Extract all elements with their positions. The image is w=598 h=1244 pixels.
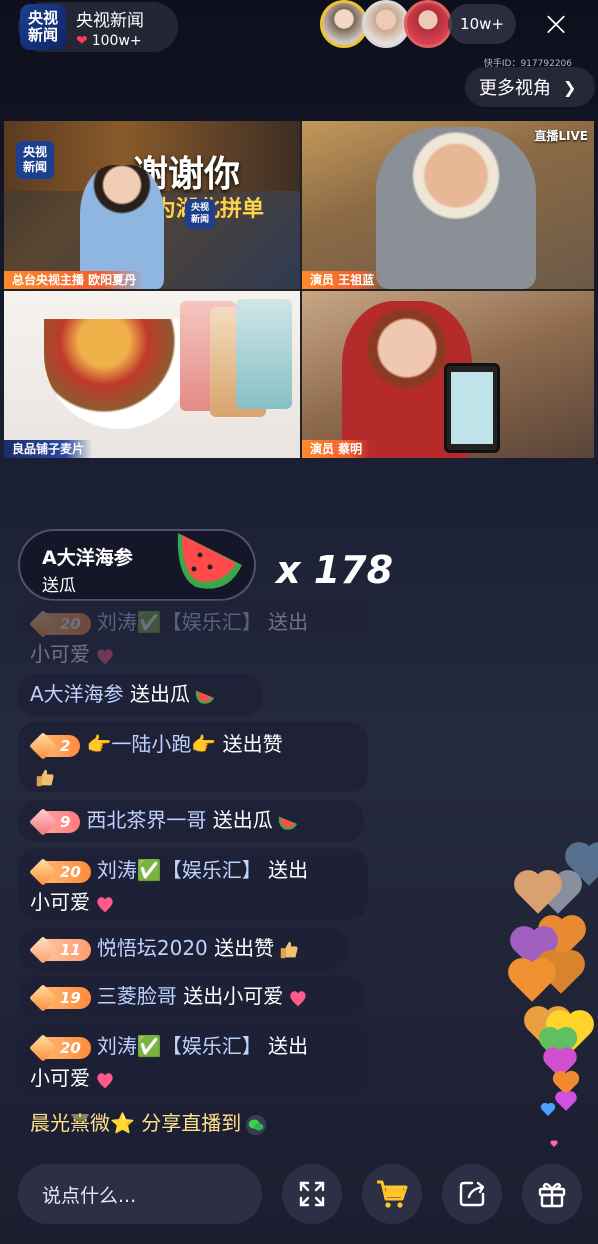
channel-logo-line2: 新闻 bbox=[27, 26, 58, 44]
close-button[interactable]: × bbox=[536, 6, 576, 46]
chat-text-line2: 小可爱 bbox=[30, 1066, 90, 1090]
chat-message[interactable]: 2 👉一陆小跑👉 送出赞 bbox=[18, 722, 368, 792]
comment-placeholder: 说点什么... bbox=[42, 1184, 137, 1207]
chat-username: 刘涛✅【娱乐汇】 bbox=[96, 858, 262, 882]
gift-button[interactable] bbox=[522, 1164, 582, 1224]
chat-username: 悦悟坛2020 bbox=[96, 936, 208, 960]
chat-username: 👉一陆小跑👉 bbox=[86, 732, 217, 756]
video-grid[interactable]: 央视 新闻 谢谢你 为湖北拼单 央视 新闻 总台央视主播 欧阳夏丹 直播LIVE… bbox=[4, 121, 594, 458]
heart-gift-icon bbox=[290, 990, 306, 1006]
gift-action: 送瓜 bbox=[42, 576, 76, 596]
share-icon bbox=[459, 1181, 485, 1207]
likes-count-row: ❤ 100w+ bbox=[76, 33, 144, 49]
chat-username: 刘涛✅【娱乐汇】 bbox=[96, 610, 262, 634]
level-badge: 9 bbox=[29, 807, 81, 836]
logo-line2: 新闻 bbox=[22, 160, 47, 174]
tile-caption: 总台央视主播 欧阳夏丹 bbox=[4, 271, 145, 289]
chat-text-line2: 小可爱 bbox=[30, 642, 90, 666]
tile-caption: 演员 蔡明 bbox=[302, 440, 371, 458]
logo-line2: 新闻 bbox=[190, 215, 209, 225]
chat-message[interactable]: 20 刘涛✅【娱乐汇】 送出 小可爱 bbox=[18, 848, 368, 920]
chat-username: 晨光熹微⭐ bbox=[30, 1111, 135, 1135]
chevron-right-icon: ❯ bbox=[563, 77, 577, 97]
chat-text: 送出瓜 bbox=[130, 682, 191, 706]
phone-image bbox=[444, 363, 500, 453]
video-tile-product[interactable]: 良品铺子麦片 bbox=[4, 291, 300, 458]
chat-text: 送出 bbox=[268, 1034, 309, 1058]
logo-line1: 央视 bbox=[190, 203, 209, 213]
level-badge: 20 bbox=[29, 857, 91, 886]
chat-message[interactable]: A大洋海参 送出瓜 bbox=[18, 674, 262, 716]
chat-text: 送出瓜 bbox=[212, 808, 273, 832]
chat-message[interactable]: 20 刘涛✅【娱乐汇】 送出 小可爱 bbox=[18, 600, 368, 666]
chat-username: 西北茶界一哥 bbox=[86, 808, 207, 832]
chat-message[interactable]: 晨光熹微⭐ 分享直播到 bbox=[18, 1103, 310, 1145]
chat-text: 送出小可爱 bbox=[183, 984, 284, 1008]
channel-logo[interactable]: 央视 新闻 bbox=[20, 4, 66, 50]
logo-line1: 央视 bbox=[22, 145, 47, 159]
comment-input[interactable]: 说点什么... bbox=[18, 1164, 262, 1224]
share-button[interactable] bbox=[442, 1164, 502, 1224]
video-tile-guest-2[interactable]: 演员 蔡明 bbox=[302, 291, 594, 458]
video-tile-guest-1[interactable]: 直播LIVE 演员 王祖蓝 bbox=[302, 121, 594, 289]
channel-pill[interactable]: 央视 新闻 央视新闻 ❤ 100w+ bbox=[18, 2, 178, 52]
avatar[interactable] bbox=[404, 0, 452, 48]
level-badge: 2 bbox=[29, 731, 81, 760]
live-tag: 直播LIVE bbox=[534, 129, 588, 143]
gift-icon bbox=[538, 1182, 566, 1208]
fullscreen-button[interactable] bbox=[282, 1164, 342, 1224]
heart-gift-icon bbox=[97, 1072, 113, 1088]
chat-text: 送出赞 bbox=[214, 936, 275, 960]
likes-count: 100w+ bbox=[91, 32, 142, 49]
watermelon-icon bbox=[278, 816, 297, 830]
guest-figure bbox=[376, 127, 536, 289]
chat-username: A大洋海参 bbox=[30, 682, 124, 706]
more-views-label: 更多视角 bbox=[479, 78, 551, 99]
product-bag-image bbox=[236, 299, 292, 409]
viewer-count[interactable]: 10w+ bbox=[448, 4, 516, 44]
chat-message[interactable]: 9 西北茶界一哥 送出瓜 bbox=[18, 800, 364, 842]
shopping-cart-button[interactable] bbox=[362, 1164, 422, 1224]
chat-username: 三菱脸哥 bbox=[96, 984, 177, 1008]
thumbs-up-icon bbox=[280, 941, 298, 958]
fullscreen-icon bbox=[299, 1181, 325, 1207]
close-icon: × bbox=[541, 4, 571, 44]
chat-text: 送出 bbox=[268, 858, 309, 882]
tile-caption: 演员 王祖蓝 bbox=[302, 271, 383, 289]
video-tile-anchor[interactable]: 央视 新闻 谢谢你 为湖北拼单 央视 新闻 总台央视主播 欧阳夏丹 bbox=[4, 121, 300, 289]
cctv-news-logo: 央视 新闻 bbox=[16, 141, 54, 179]
chat-text: 送出赞 bbox=[222, 732, 283, 756]
cctv-news-logo-small: 央视 新闻 bbox=[185, 199, 215, 229]
channel-name: 央视新闻 bbox=[76, 10, 144, 31]
more-views-button[interactable]: 更多视角 ❯ bbox=[465, 67, 595, 107]
chat-text: 送出 bbox=[268, 610, 309, 634]
wechat-icon bbox=[246, 1114, 267, 1135]
thumbs-up-icon bbox=[36, 769, 54, 786]
gift-banner[interactable]: A大洋海参 送瓜 bbox=[18, 529, 256, 601]
avatar[interactable] bbox=[362, 0, 410, 48]
chat-message[interactable]: 11 悦悟坛2020 送出赞 bbox=[18, 928, 348, 970]
chat-message[interactable]: 19 三菱脸哥 送出小可爱 bbox=[18, 976, 364, 1018]
channel-logo-line1: 央视 bbox=[27, 9, 58, 27]
avatar[interactable] bbox=[320, 0, 368, 48]
shopping-cart-icon bbox=[377, 1180, 408, 1208]
cereal-bowl-image bbox=[44, 319, 194, 429]
level-badge: 11 bbox=[29, 935, 91, 964]
tile-caption: 良品铺子麦片 bbox=[4, 440, 93, 458]
chat-text-line2: 小可爱 bbox=[30, 890, 90, 914]
gift-sender-name: A大洋海参 bbox=[42, 547, 133, 569]
level-badge: 20 bbox=[29, 1033, 91, 1062]
heart-icon: ❤ bbox=[76, 32, 88, 49]
gift-combo-count: x 178 bbox=[276, 548, 394, 592]
chat-message[interactable]: 20 刘涛✅【娱乐汇】 送出 小可爱 bbox=[18, 1024, 368, 1096]
viewer-avatars[interactable] bbox=[320, 0, 452, 48]
chat-text: 分享直播到 bbox=[141, 1111, 242, 1135]
chat-username: 刘涛✅【娱乐汇】 bbox=[96, 1034, 262, 1058]
heart-gift-icon bbox=[97, 896, 113, 912]
watermelon-icon bbox=[177, 533, 242, 589]
watermelon-icon bbox=[195, 690, 215, 704]
level-badge: 19 bbox=[29, 983, 91, 1012]
level-badge: 20 bbox=[29, 609, 91, 638]
heart-gift-icon bbox=[97, 648, 113, 664]
